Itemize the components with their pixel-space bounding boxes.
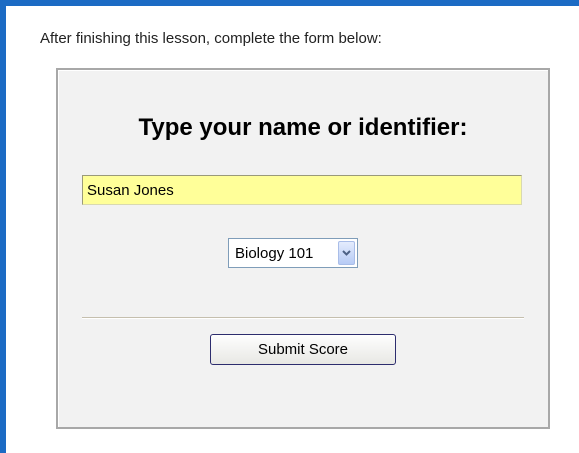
submit-score-button[interactable]: Submit Score	[210, 334, 396, 365]
page-frame: After finishing this lesson, complete th…	[0, 0, 579, 453]
frame-left-border	[0, 0, 6, 453]
chevron-down-icon[interactable]	[338, 241, 355, 265]
form-title: Type your name or identifier:	[138, 114, 468, 141]
instructions-text: After finishing this lesson, complete th…	[40, 30, 382, 47]
course-select-value: Biology 101	[235, 244, 314, 262]
course-select[interactable]: Biology 101	[228, 238, 358, 268]
score-form-panel: Type your name or identifier: Biology 10…	[56, 68, 550, 429]
form-divider	[82, 317, 524, 319]
frame-top-border	[0, 0, 579, 6]
name-input[interactable]	[82, 175, 522, 205]
